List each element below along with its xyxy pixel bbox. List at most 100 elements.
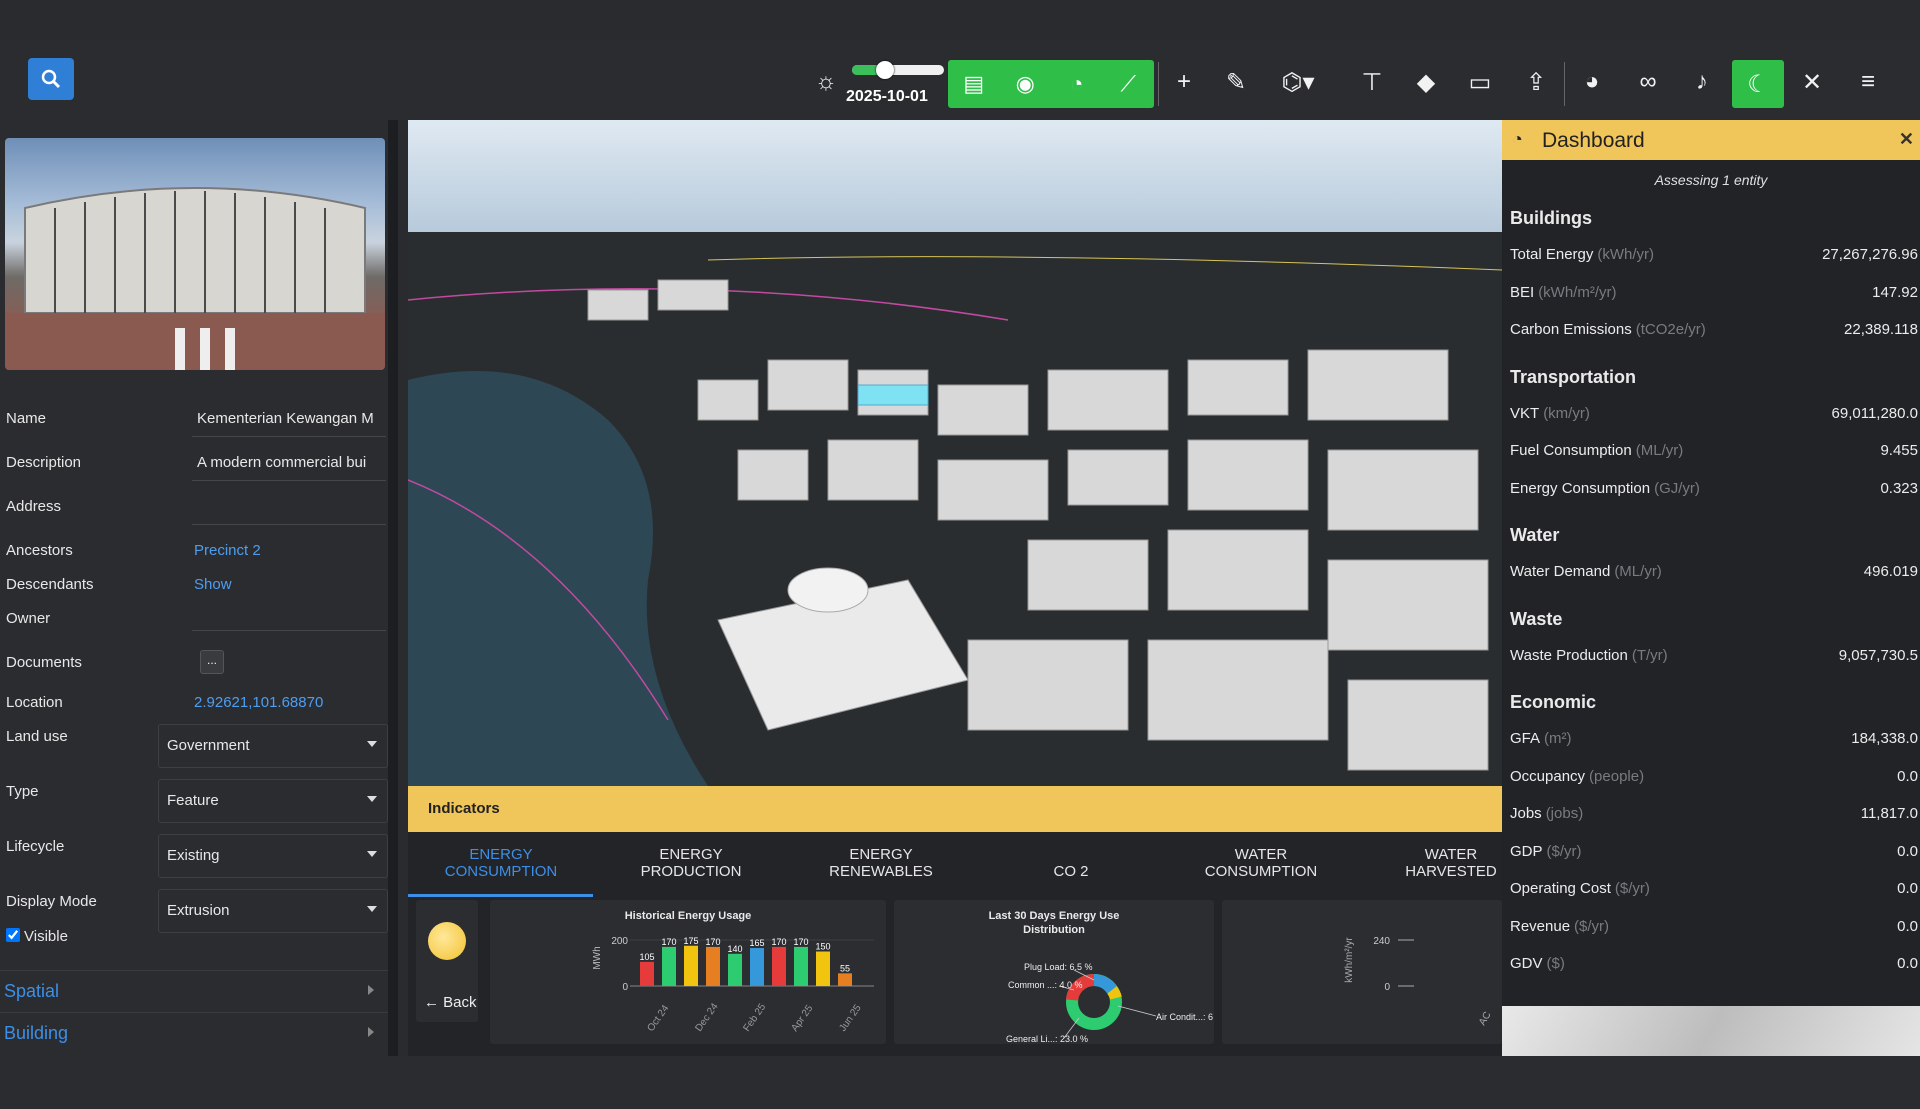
metric-unit: (ML/yr)	[1635, 442, 1684, 459]
metric-unit: (GJ/yr)	[1654, 479, 1700, 497]
sitemap-icon[interactable]: ⊤	[1352, 62, 1392, 102]
bar-data-label: 170	[793, 937, 808, 947]
description-field[interactable]: A modern commercial bui	[197, 454, 385, 471]
metric-unit: (kWh/m²/yr)	[1538, 283, 1617, 301]
tab-co2[interactable]: CO 2	[986, 846, 1156, 880]
metric-value: 9,057,730.5	[1838, 646, 1918, 664]
landuse-select[interactable]: Government	[158, 724, 388, 768]
dashboard-metric-row: Water Demand (ML/yr) 496.019	[1510, 563, 1918, 580]
chevron-right-icon	[368, 1027, 374, 1037]
metric-label: Operating Cost	[1510, 880, 1611, 897]
building-icon[interactable]: ▤	[954, 71, 994, 97]
bar-data-label: 140	[727, 944, 742, 954]
section-building[interactable]: Building	[0, 1012, 388, 1052]
upload-icon[interactable]: ⇪	[1516, 62, 1556, 102]
search-button[interactable]	[28, 58, 74, 100]
ancestors-link[interactable]: Precinct 2	[194, 542, 382, 559]
historical-energy-chart: Historical Energy Usage MWh 200 0 105 170…	[490, 900, 886, 1044]
metric-label: Fuel Consumption	[1510, 442, 1632, 459]
slice-label: Common ...: 4.0 %	[1008, 980, 1083, 990]
dashboard-metric-row: GDP ($/yr) 0.0	[1510, 843, 1918, 860]
metric-value: 0.0	[1897, 880, 1918, 897]
displaymode-select[interactable]: Extrusion	[158, 889, 388, 933]
chart-bar	[838, 973, 852, 986]
bar-data-label: 175	[683, 936, 698, 946]
dashboard-metric-row: Energy Consumption (GJ/yr) 0.323	[1510, 480, 1918, 497]
toolbar-divider	[1564, 62, 1565, 106]
tab-water-consumption[interactable]: WATER CONSUMPTION	[1176, 846, 1346, 880]
close-icon[interactable]: ✕	[1792, 62, 1832, 102]
section-spatial-label: Spatial	[4, 981, 60, 1001]
dashboard-metric-row: Total Energy (kWh/yr) 27,267,276.96	[1510, 246, 1918, 263]
metric-value: 27,267,276.96	[1822, 246, 1918, 263]
eye-icon[interactable]: ◉	[1005, 71, 1045, 97]
bei-plot: kWh/m²/yr 240 0 AC	[1344, 936, 1494, 1028]
link-icon[interactable]: ∞	[1628, 62, 1668, 102]
pencil-icon[interactable]: ✎	[1216, 62, 1256, 102]
descendants-link[interactable]: Show	[194, 576, 382, 593]
plus-icon[interactable]: +	[1164, 62, 1204, 102]
time-slider[interactable]	[852, 61, 944, 79]
metric-value: 184,338.0	[1851, 730, 1918, 747]
lifecycle-select[interactable]: Existing	[158, 834, 388, 878]
dashboard-section-title: Waste	[1510, 608, 1563, 629]
metric-value: 22,389.118	[1844, 321, 1918, 338]
dashboard-section-title: Water	[1510, 525, 1560, 545]
x-tick-label: Apr 25	[789, 1003, 815, 1034]
dashboard-panel: ◔ Dashboard ✕ Assessing 1 entity Buildin…	[1502, 120, 1920, 1006]
section-spatial[interactable]: Spatial	[0, 970, 388, 1010]
y-tick-label: 0	[622, 982, 628, 993]
tab-energy-renewables[interactable]: ENERGY RENEWABLES	[796, 846, 966, 880]
folder-icon[interactable]: ▭	[1460, 62, 1500, 102]
dashboard-metric-row: Jobs (jobs) 11,817.0	[1510, 805, 1918, 822]
metric-label: Occupancy	[1510, 767, 1586, 785]
location-link[interactable]: 2.92621,101.68870	[194, 694, 382, 711]
menu-icon[interactable]: ≡	[1848, 62, 1888, 102]
toolbar-divider	[1158, 62, 1159, 106]
time-slider-handle[interactable]	[876, 61, 894, 79]
tab-label-line2: RENEWABLES	[829, 863, 933, 880]
donut-slice-plug	[1093, 974, 1118, 994]
night-mode-button[interactable]: ☾	[1732, 60, 1784, 108]
y-axis-label: MWh	[592, 946, 603, 969]
dashboard-icon[interactable]: ◔	[1057, 71, 1097, 97]
type-selected: Feature	[167, 792, 219, 809]
bar-data-label: 170	[661, 937, 676, 947]
chart-line-icon[interactable]: ⟋	[1108, 71, 1148, 97]
pie-chart-icon[interactable]: ◕	[1572, 62, 1612, 102]
name-field[interactable]: Kementerian Kewangan M	[197, 410, 385, 427]
metric-unit: ($/yr)	[1574, 917, 1610, 935]
documents-button[interactable]: ...	[200, 650, 224, 674]
close-icon[interactable]: ✕	[1899, 129, 1914, 150]
binoculars-icon[interactable]: ⌬▾	[1278, 62, 1318, 102]
tab-label-line1: ENERGY	[849, 846, 913, 863]
search-icon	[41, 69, 61, 89]
bell-icon[interactable]: ♪	[1682, 62, 1722, 102]
back-link[interactable]: ← Back	[424, 994, 477, 1011]
x-tick-label: Jun 25	[837, 1002, 863, 1033]
y-tick-label: 0	[1384, 982, 1390, 993]
visible-checkbox[interactable]	[6, 928, 20, 942]
displaymode-label: Display Mode	[6, 893, 97, 910]
metric-label: Energy Consumption	[1510, 479, 1651, 497]
brightness-icon[interactable]: ☼	[806, 62, 846, 102]
dashboard-metric-row: Operating Cost ($/yr) 0.0	[1510, 880, 1918, 897]
slice-label: Air Condit...: 6	[1156, 1012, 1213, 1022]
tab-energy-consumption[interactable]: ENERGY CONSUMPTION	[416, 846, 586, 880]
indicators-header[interactable]: Indicators	[408, 786, 1502, 832]
metric-value: 147.92	[1872, 283, 1918, 301]
map-viewport[interactable]	[408, 120, 1502, 786]
metric-label: BEI	[1510, 283, 1535, 301]
type-select[interactable]: Feature	[158, 779, 388, 823]
metric-label: Waste Production	[1510, 646, 1628, 664]
active-tab-underline	[408, 894, 593, 897]
tab-label-line2: CONSUMPTION	[1204, 863, 1318, 880]
ancestors-label: Ancestors	[6, 542, 73, 559]
lightbulb-icon	[428, 922, 466, 960]
chevron-down-icon	[367, 741, 377, 747]
displaymode-selected: Extrusion	[167, 902, 230, 919]
bottom-bar	[0, 1056, 1920, 1109]
tab-energy-production[interactable]: ENERGY PRODUCTION	[606, 846, 776, 880]
chart-bar	[750, 948, 764, 986]
tag-icon[interactable]: ◆	[1406, 62, 1446, 102]
